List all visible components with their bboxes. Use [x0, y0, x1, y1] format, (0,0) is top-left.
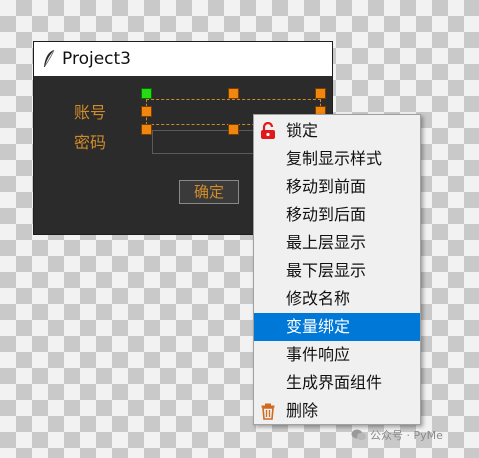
menu-item-send-to-bottom[interactable]: 最下层显示 — [254, 257, 420, 285]
menu-item-move-backward[interactable]: 移动到后面 — [254, 201, 420, 229]
menu-item-label: 最下层显示 — [286, 261, 367, 280]
resize-handle-top-middle[interactable] — [228, 88, 239, 99]
window-title: Project3 — [62, 49, 131, 69]
context-menu: 锁定 复制显示样式 移动到前面 移动到后面 最上层显示 最下层显示 修改名称 变… — [253, 114, 421, 425]
resize-handle-top-left[interactable] — [141, 88, 152, 99]
menu-item-label: 事件响应 — [286, 345, 351, 364]
menu-item-label: 最上层显示 — [286, 233, 367, 252]
unlock-icon — [261, 122, 275, 139]
menu-item-generate-component[interactable]: 生成界面组件 — [254, 369, 420, 397]
password-label[interactable]: 密码 — [74, 129, 106, 153]
menu-item-delete[interactable]: 删除 — [254, 397, 420, 425]
menu-item-label: 移动到前面 — [286, 177, 367, 196]
menu-item-event-response[interactable]: 事件响应 — [254, 341, 420, 369]
menu-item-label: 变量绑定 — [286, 317, 351, 336]
resize-handle-middle-left[interactable] — [141, 106, 152, 117]
menu-item-label: 生成界面组件 — [286, 373, 383, 392]
confirm-button[interactable]: 确定 — [179, 180, 239, 204]
resize-handle-bottom-middle[interactable] — [228, 124, 239, 135]
resize-handle-bottom-left[interactable] — [141, 124, 152, 135]
trash-icon — [261, 403, 275, 420]
menu-item-variable-binding[interactable]: 变量绑定 — [254, 313, 420, 341]
menu-item-rename[interactable]: 修改名称 — [254, 285, 420, 313]
menu-item-lock[interactable]: 锁定 — [254, 117, 420, 145]
menu-item-label: 移动到后面 — [286, 205, 367, 224]
wechat-icon — [351, 429, 366, 441]
menu-item-label: 修改名称 — [286, 289, 351, 308]
menu-item-bring-to-top[interactable]: 最上层显示 — [254, 229, 420, 257]
password-input[interactable] — [152, 130, 262, 154]
window-titlebar[interactable]: Project3 — [34, 42, 332, 76]
menu-item-label: 复制显示样式 — [286, 149, 383, 168]
menu-item-copy-style[interactable]: 复制显示样式 — [254, 145, 420, 173]
watermark: 公众号 · PyMe — [351, 427, 443, 443]
menu-item-label: 删除 — [286, 401, 319, 420]
feather-icon — [44, 49, 55, 67]
menu-item-label: 锁定 — [286, 121, 319, 140]
account-label[interactable]: 账号 — [74, 99, 106, 123]
resize-handle-top-right[interactable] — [315, 88, 326, 99]
watermark-text: 公众号 · PyMe — [370, 429, 443, 442]
menu-item-move-forward[interactable]: 移动到前面 — [254, 173, 420, 201]
